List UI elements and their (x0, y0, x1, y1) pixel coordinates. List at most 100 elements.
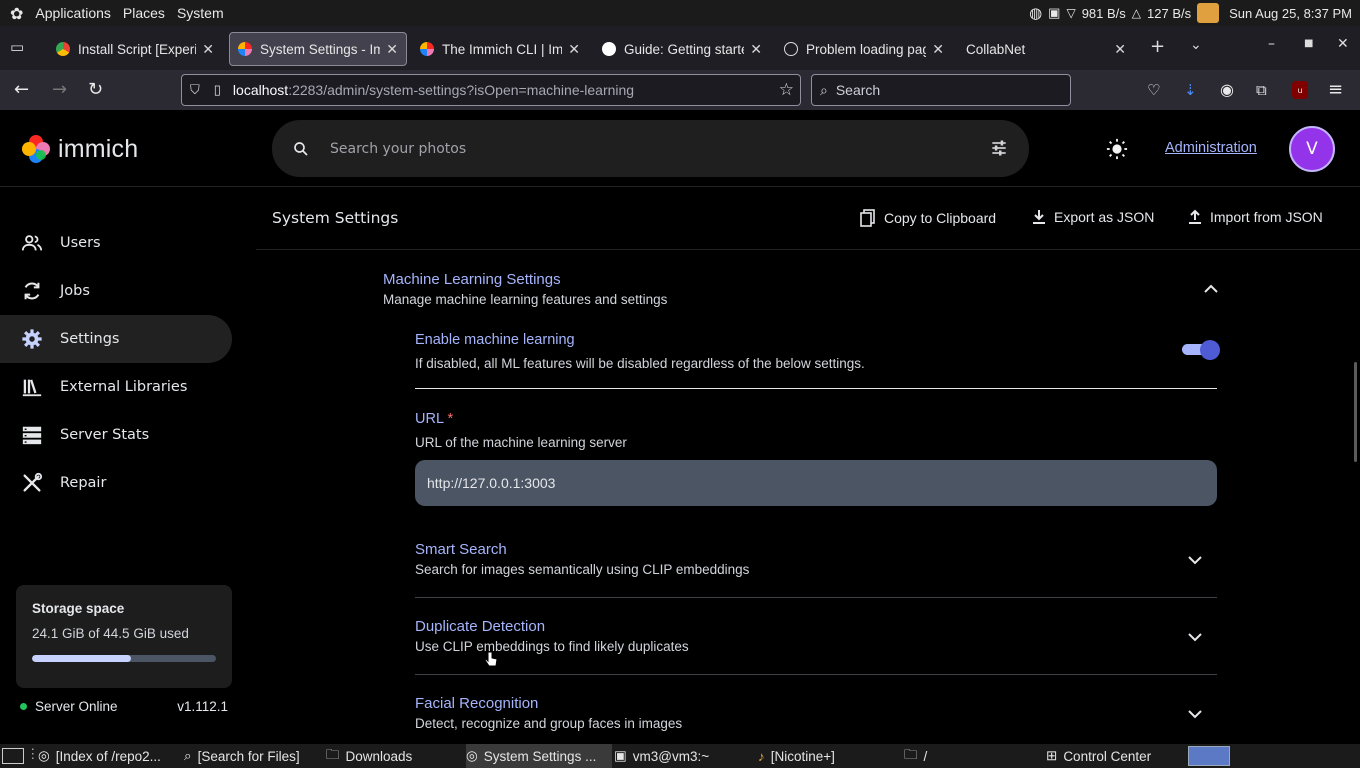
sidebar-item-settings[interactable]: Settings (0, 315, 232, 363)
storage-title: Storage space (32, 601, 125, 616)
ml-url-input[interactable]: http://127.0.0.1:3003 (415, 460, 1217, 506)
photo-search-bar[interactable]: Search your photos (272, 120, 1029, 177)
forward-arrow-icon[interactable]: → (52, 80, 67, 100)
close-icon[interactable]: ✕ (1114, 41, 1126, 58)
account-icon[interactable]: ◉ (1220, 80, 1234, 100)
shield-icon[interactable]: ⛉ (190, 82, 200, 98)
sidebar-item-label: Settings (60, 331, 120, 347)
page-scrollbar[interactable] (1354, 362, 1357, 462)
browser-search-box[interactable]: ⌕ Search (811, 74, 1071, 106)
page-info-icon[interactable]: ▯ (214, 82, 221, 98)
enable-ml-description: If disabled, all ML features will be dis… (415, 356, 865, 371)
tray-icon[interactable]: ▣ (1048, 5, 1060, 21)
close-icon[interactable]: ✕ (932, 41, 944, 58)
tab-overview-icon[interactable]: ▭ (10, 38, 24, 56)
show-desktop-icon[interactable] (2, 748, 24, 764)
chevron-down-icon[interactable] (1187, 632, 1203, 642)
extensions-icon[interactable]: ⧉ (1256, 80, 1267, 100)
ml-section-title: Machine Learning Settings (383, 271, 561, 288)
chevron-up-icon[interactable] (1203, 284, 1219, 294)
export-json-button[interactable]: Export as JSON (1032, 209, 1154, 225)
duplicate-detection-section[interactable]: Duplicate Detection Use CLIP embeddings … (415, 618, 689, 654)
immich-logo-icon (22, 135, 50, 163)
server-status-text: Server Online (35, 699, 118, 714)
sidebar-item-jobs[interactable]: Jobs (0, 267, 232, 315)
tab-list-chevron-icon[interactable]: ⌄ (1190, 37, 1202, 53)
tab-problem-loading[interactable]: Problem loading page ✕ (776, 32, 952, 66)
taskbar-item-system-settings[interactable]: ◎ System Settings ... (466, 744, 612, 768)
smart-search-section[interactable]: Smart Search Search for images semantica… (415, 541, 749, 577)
hamburger-menu-icon[interactable]: ≡ (1328, 80, 1343, 100)
sidebar-item-server-stats[interactable]: Server Stats (0, 411, 232, 459)
tune-icon[interactable] (989, 138, 1009, 158)
url-bar[interactable]: ⛉ ▯ localhost :2283/admin/system-setting… (181, 74, 801, 106)
network-globe-icon[interactable]: ◍ (1029, 4, 1042, 22)
workspace-switcher-icon[interactable] (1188, 746, 1230, 766)
gnome-foot-icon[interactable]: ✿ (10, 4, 23, 23)
places-menu[interactable]: Places (123, 5, 165, 21)
sync-icon (20, 279, 44, 303)
duplicate-detection-title: Duplicate Detection (415, 618, 546, 635)
taskbar-item-search-files[interactable]: ⌕ [Search for Files] (184, 744, 320, 768)
immich-logo[interactable]: immich (20, 133, 138, 165)
import-json-button[interactable]: Import from JSON (1188, 209, 1323, 225)
storage-card: Storage space 24.1 GiB of 44.5 GiB used (16, 585, 232, 688)
taskbar-item-control-center[interactable]: ⊞ Control Center (1046, 744, 1184, 768)
taskbar-item-nicotine[interactable]: ♪ [Nicotine+] (758, 744, 898, 768)
url-path: :2283/admin/system-settings?isOpen=machi… (288, 82, 635, 98)
copy-icon (860, 209, 875, 227)
app-icon: ◎ (38, 748, 50, 763)
nicotine-tray-icon[interactable] (1197, 3, 1220, 23)
chevron-down-icon[interactable] (1187, 709, 1203, 719)
tab-immich-cli[interactable]: The Immich CLI | Immich ✕ (412, 32, 588, 66)
applications-menu[interactable]: Applications (35, 5, 111, 21)
downloads-icon[interactable]: ⇣ (1184, 80, 1197, 100)
user-avatar[interactable]: V (1289, 126, 1335, 172)
theme-sun-icon[interactable] (1106, 138, 1128, 160)
tab-guide[interactable]: Guide: Getting started ✕ (594, 32, 770, 66)
sidebar-item-label: Repair (60, 475, 107, 491)
app-header: immich Search your photos Administration… (0, 110, 1360, 187)
close-icon[interactable]: ✕ (750, 41, 762, 58)
system-menu[interactable]: System (177, 5, 224, 21)
folder-icon: 🗀 (904, 746, 918, 762)
sidebar-item-external-libraries[interactable]: External Libraries (0, 363, 232, 411)
taskbar-item-index[interactable]: ◎ [Index of /repo2... (38, 744, 178, 768)
minimize-icon[interactable]: – (1268, 36, 1275, 52)
copy-to-clipboard-button[interactable]: Copy to Clipboard (860, 209, 996, 227)
ublock-icon[interactable]: u (1292, 81, 1308, 99)
taskbar-item-terminal[interactable]: ▣ vm3@vm3:~ (614, 744, 750, 768)
tab-collabnet[interactable]: CollabNet ✕ (958, 32, 1134, 66)
toggle-knob (1200, 340, 1220, 360)
storage-bar-fill (32, 655, 132, 662)
browser-search-placeholder: Search (835, 82, 881, 98)
close-icon[interactable]: ✕ (386, 41, 398, 58)
browser-tab-bar: ▭ Install Script [Experimental] ✕ System… (0, 26, 1360, 70)
hand-cursor-icon (484, 651, 498, 667)
taskbar-item-root-folder[interactable]: 🗀 / (904, 744, 1038, 768)
bookmark-star-icon[interactable]: ☆ (779, 80, 794, 100)
url-description: URL of the machine learning server (415, 435, 627, 450)
administration-link[interactable]: Administration (1165, 140, 1257, 156)
back-arrow-icon[interactable]: ← (14, 80, 29, 100)
window-close-icon[interactable]: ✕ (1337, 36, 1349, 52)
close-icon[interactable]: ✕ (568, 41, 580, 58)
close-icon[interactable]: ✕ (202, 41, 214, 58)
sidebar-item-users[interactable]: Users (0, 219, 232, 267)
facial-recognition-section[interactable]: Facial Recognition Detect, recognize and… (415, 695, 682, 731)
sidebar-item-label: Server Stats (60, 427, 150, 443)
chevron-down-icon[interactable] (1187, 555, 1203, 565)
tab-system-settings[interactable]: System Settings - Immich ✕ (229, 32, 407, 66)
enable-ml-toggle[interactable] (1182, 340, 1220, 360)
maximize-icon[interactable]: ■ (1304, 38, 1313, 49)
server-version[interactable]: v1.112.1 (177, 699, 228, 714)
ml-section-header[interactable]: Machine Learning Settings Manage machine… (383, 271, 667, 307)
pocket-icon[interactable]: ♡ (1147, 80, 1160, 100)
tab-install-script[interactable]: Install Script [Experimental] ✕ (48, 32, 222, 66)
new-tab-icon[interactable]: + (1150, 36, 1165, 57)
reload-icon[interactable]: ↻ (88, 80, 103, 100)
taskbar-item-downloads[interactable]: 🗀 Downloads (326, 744, 460, 768)
divider (415, 674, 1217, 675)
sidebar-item-repair[interactable]: Repair (0, 459, 232, 507)
clock[interactable]: Sun Aug 25, 8:37 PM (1229, 6, 1352, 21)
